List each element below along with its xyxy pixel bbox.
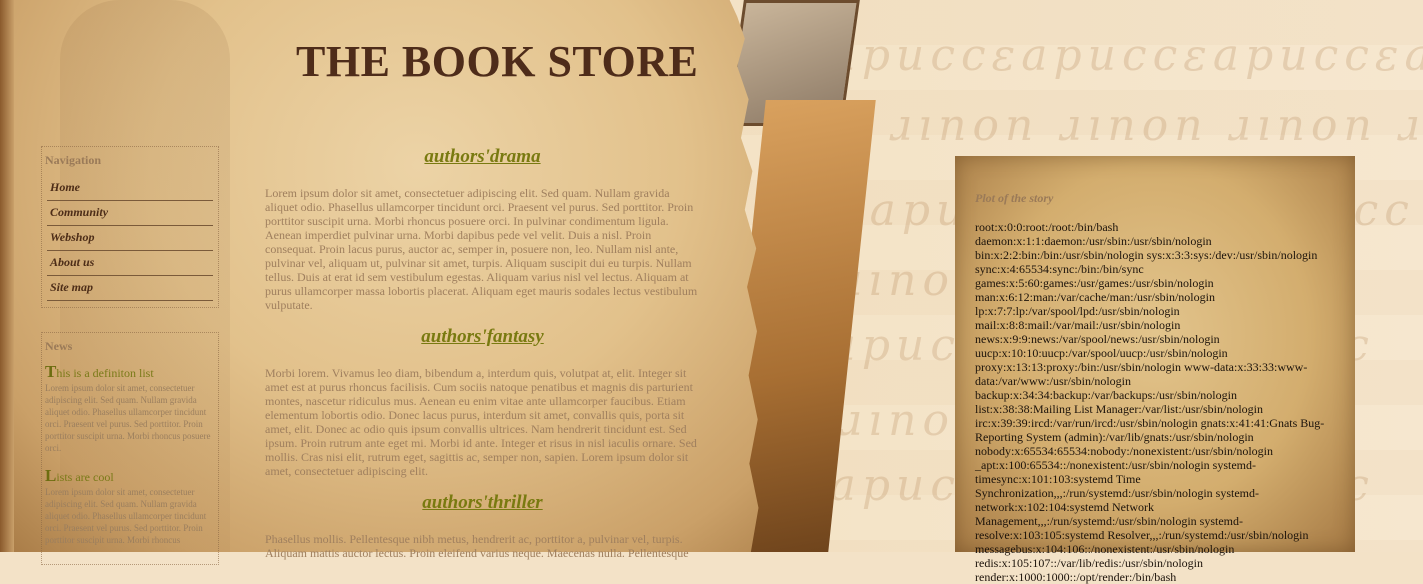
nav-item-webshop[interactable]: Webshop xyxy=(47,226,213,251)
news-heading: This is a definiton list xyxy=(45,362,215,382)
nav-item-community[interactable]: Community xyxy=(47,201,213,226)
main-content: authors'drama Lorem ipsum dolor sit amet… xyxy=(265,146,700,574)
section-title-fantasy[interactable]: authors'fantasy xyxy=(265,326,700,348)
nav-item-about-us[interactable]: About us xyxy=(47,251,213,276)
navigation-box: Navigation Home Community Webshop About … xyxy=(41,146,219,308)
section-body-fantasy: Morbi lorem. Vivamus leo diam, bibendum … xyxy=(265,366,697,478)
nav-list: Home Community Webshop About us Site map xyxy=(45,176,215,301)
news-title: News xyxy=(45,339,73,353)
section-body-thriller: Phasellus mollis. Pellentesque nibh metu… xyxy=(265,532,689,560)
plot-panel: Plot of the story root:x:0:0:root:/root:… xyxy=(955,156,1355,584)
section-title-thriller[interactable]: authors'thriller xyxy=(265,492,700,514)
news-body: Lorem ipsum dolor sit amet, consectetuer… xyxy=(45,487,207,545)
news-item: This is a definiton list Lorem ipsum dol… xyxy=(45,362,215,454)
news-heading: Lists are cool xyxy=(45,466,215,486)
news-item: Lists are cool Lorem ipsum dolor sit ame… xyxy=(45,466,215,546)
site-title: THE BOOK STORE xyxy=(296,37,699,86)
news-initial: L xyxy=(45,466,57,485)
news-box: News This is a definiton list Lorem ipsu… xyxy=(41,332,219,565)
section-title-drama[interactable]: authors'drama xyxy=(265,146,700,168)
nav-item-site-map[interactable]: Site map xyxy=(47,276,213,301)
section-body-drama: Lorem ipsum dolor sit amet, consectetuer… xyxy=(265,186,698,312)
navigation-title: Navigation xyxy=(45,153,102,167)
news-body: Lorem ipsum dolor sit amet, consectetuer… xyxy=(45,383,211,453)
news-heading-text: his is a definiton list xyxy=(56,366,154,380)
sidebar: Navigation Home Community Webshop About … xyxy=(41,146,219,565)
plot-text: root:x:0:0:root:/root:/bin/bash daemon:x… xyxy=(975,220,1325,584)
news-initial: T xyxy=(45,362,57,381)
nav-item-home[interactable]: Home xyxy=(47,176,213,201)
plot-title: Plot of the story xyxy=(975,191,1054,205)
news-heading-text: ists are cool xyxy=(56,470,114,484)
